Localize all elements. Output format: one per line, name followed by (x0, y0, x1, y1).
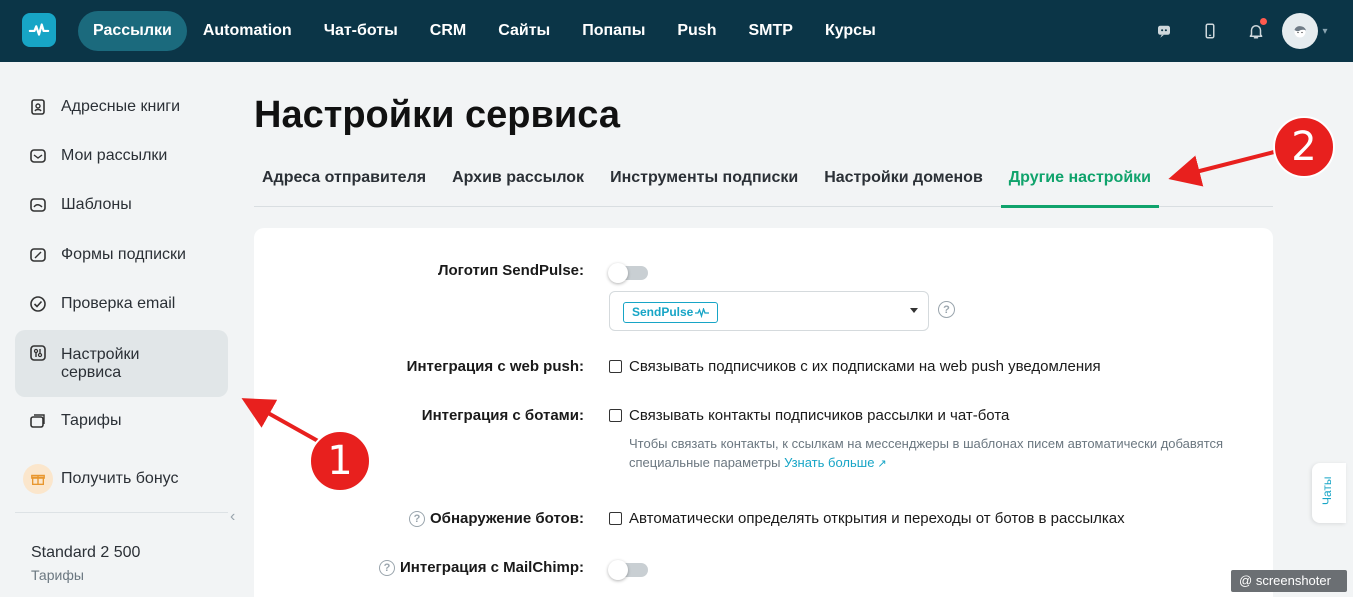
tab-subscription-tools[interactable]: Инструменты подписки (602, 155, 806, 207)
logo-toggle[interactable] (608, 263, 648, 283)
sidebar-item-email-check[interactable]: Проверка email (15, 289, 228, 319)
bots-checkbox[interactable] (609, 409, 622, 422)
sendpulse-logo-chip: SendPulse (623, 302, 719, 323)
sidebar-item-service-settings[interactable]: Настройки сервиса (15, 330, 228, 397)
settings-tabs: Адреса отправителя Архив рассылок Инстру… (254, 155, 1273, 208)
sidebar-item-subscription-forms[interactable]: Формы подписки (15, 240, 228, 270)
chevron-down-icon: ▾ (1322, 25, 1328, 37)
sidebar-item-my-mailings[interactable]: Мои рассылки (15, 141, 228, 171)
mailchimp-label-row: ? Интеграция с MailChimp: (379, 559, 584, 576)
mailings-icon (29, 147, 47, 165)
chat-bot-icon[interactable] (1141, 12, 1187, 50)
address-book-icon (29, 98, 47, 116)
sidebar-item-label: Настройки сервиса (61, 345, 140, 381)
bots-hint-text: Чтобы связать контакты, к ссылкам на мес… (629, 436, 1224, 470)
tab-domain-settings[interactable]: Настройки доменов (816, 155, 991, 207)
user-avatar (1282, 13, 1319, 49)
settings-icon (29, 344, 47, 362)
detect-checkbox[interactable] (609, 512, 622, 525)
chats-label: Чаты (1320, 476, 1334, 505)
sidebar: Адресные книги Мои рассылки Шаблоны Форм… (0, 62, 246, 597)
nav-item-mailings[interactable]: Рассылки (78, 11, 187, 51)
nav-item-chatbots[interactable]: Чат-боты (308, 11, 414, 51)
notification-dot (1260, 18, 1267, 25)
pricing-icon (29, 412, 47, 430)
sidebar-item-pricing[interactable]: Тарифы (15, 406, 228, 436)
nav-item-courses[interactable]: Курсы (809, 11, 892, 51)
bell-icon[interactable] (1233, 12, 1279, 50)
nav-item-popups[interactable]: Попапы (566, 11, 661, 51)
templates-icon (29, 196, 47, 214)
annotation-marker-1: 1 (309, 430, 371, 492)
help-icon[interactable]: ? (379, 559, 396, 576)
bots-text: Связывать контакты подписчиков рассылки … (629, 407, 1010, 424)
detect-label-row: ? Обнаружение ботов: (409, 510, 584, 527)
nav-item-automation[interactable]: Automation (187, 11, 308, 51)
subscription-forms-icon (29, 246, 47, 264)
sidebar-item-label: Шаблоны (61, 196, 132, 213)
logo-select[interactable]: SendPulse (609, 291, 929, 331)
email-check-icon (29, 295, 47, 313)
sidebar-item-label: Формы подписки (61, 246, 186, 263)
nav-item-smtp[interactable]: SMTP (732, 11, 808, 51)
nav-item-sites[interactable]: Сайты (482, 11, 566, 51)
sidebar-item-bonus[interactable]: Получить бонус (15, 464, 228, 494)
plan-name: Standard 2 500 (31, 544, 141, 561)
webpush-checkbox[interactable] (609, 360, 622, 373)
sidebar-item-label: Мои рассылки (61, 147, 168, 164)
mailchimp-label: Интеграция с MailChimp: (400, 559, 584, 576)
sidebar-item-label: Проверка email (61, 295, 176, 312)
tab-other-settings[interactable]: Другие настройки (1000, 155, 1160, 208)
chevron-down-icon (910, 308, 918, 313)
nav-item-crm[interactable]: CRM (414, 11, 482, 51)
user-menu[interactable]: ▾ (1279, 12, 1331, 50)
detect-option: Автоматически определять открытия и пере… (609, 510, 1125, 527)
webpush-text: Связывать подписчиков с их подписками на… (629, 358, 1101, 375)
main-nav: Рассылки Automation Чат-боты CRM Сайты П… (78, 11, 892, 51)
help-icon[interactable]: ? (938, 301, 955, 318)
plan-link[interactable]: Тарифы (31, 567, 84, 583)
mobile-icon[interactable] (1187, 12, 1233, 50)
annotation-marker-2: 2 (1273, 116, 1335, 178)
mailchimp-toggle[interactable] (608, 560, 648, 580)
sidebar-item-label: Адресные книги (61, 98, 181, 115)
bots-option: Связывать контакты подписчиков рассылки … (609, 407, 1009, 424)
sidebar-item-templates[interactable]: Шаблоны (15, 190, 228, 220)
chevron-left-icon[interactable]: ‹ (230, 508, 235, 526)
tab-mailing-archive[interactable]: Архив рассылок (444, 155, 592, 207)
sidebar-item-label: Тарифы (61, 412, 122, 429)
learn-more-link[interactable]: Узнать больше (784, 455, 874, 470)
webpush-option: Связывать подписчиков с их подписками на… (609, 358, 1101, 375)
detect-label: Обнаружение ботов: (430, 510, 584, 527)
top-navbar: Рассылки Automation Чат-боты CRM Сайты П… (0, 0, 1353, 62)
bots-hint: Чтобы связать контакты, к ссылкам на мес… (629, 434, 1229, 474)
webpush-label: Интеграция с web push: (406, 358, 584, 375)
help-icon[interactable]: ? (409, 510, 426, 527)
bots-label: Интеграция с ботами: (421, 407, 584, 424)
external-link-icon: ↗ (877, 458, 887, 470)
nav-item-push[interactable]: Push (661, 11, 732, 51)
top-icons: ▾ (1141, 12, 1331, 50)
pulse-logo-icon[interactable] (22, 13, 56, 47)
watermark: @ screenshoter (1231, 570, 1347, 592)
detect-text: Автоматически определять открытия и пере… (629, 510, 1125, 527)
gift-icon (23, 464, 53, 494)
logo-select-value: SendPulse (632, 305, 694, 319)
watermark-text: screenshoter (1255, 573, 1331, 588)
tab-sender-addresses[interactable]: Адреса отправителя (254, 155, 434, 207)
page-title: Настройки сервиса (254, 94, 620, 136)
logo-label: Логотип SendPulse: (437, 262, 584, 279)
sidebar-divider (15, 512, 228, 513)
sidebar-item-address-books[interactable]: Адресные книги (15, 92, 228, 122)
sidebar-item-label: Получить бонус (61, 470, 179, 487)
chats-side-tab[interactable]: Чаты (1312, 463, 1346, 523)
